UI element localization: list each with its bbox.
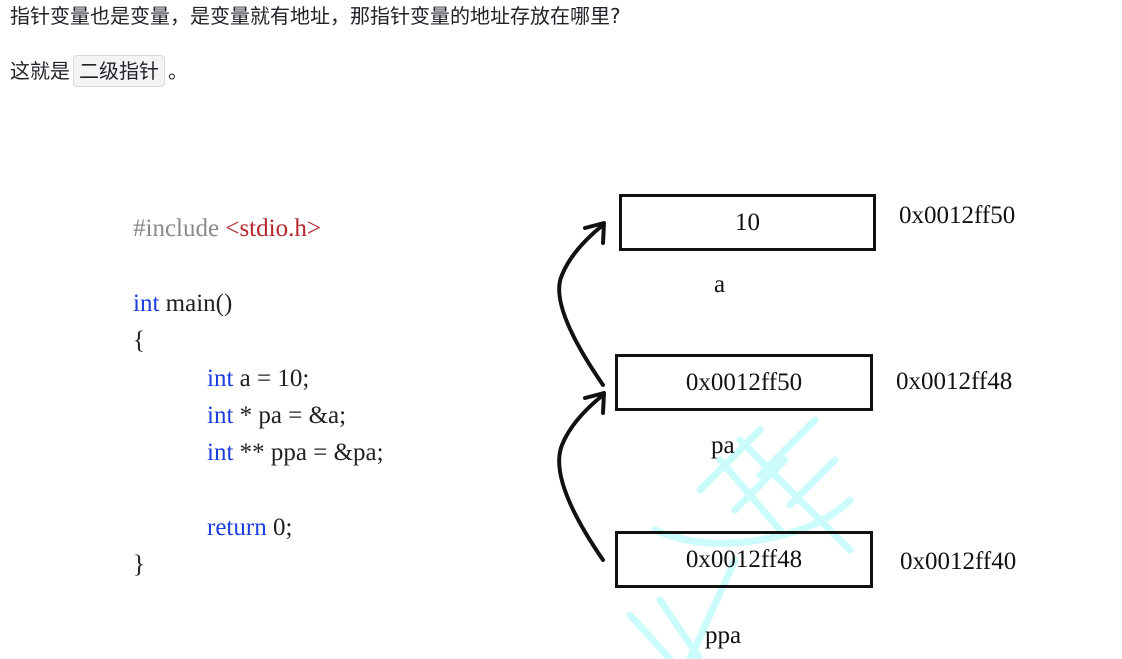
paragraph-suffix: 。 <box>168 59 188 83</box>
pointer-figure: #include <stdio.h> int main() { int a = … <box>0 130 1122 659</box>
arrow-pa-to-a <box>557 221 606 387</box>
second-level-pointer-paragraph: 这就是 二级指针。 <box>10 55 188 87</box>
paragraph-prefix: 这就是 <box>10 59 70 83</box>
intro-paragraph: 指针变量也是变量，是变量就有地址，那指针变量的地址存放在哪里? <box>10 4 621 28</box>
inline-code-chip: 二级指针 <box>73 55 165 87</box>
arrow-ppa-to-pa <box>557 391 606 562</box>
